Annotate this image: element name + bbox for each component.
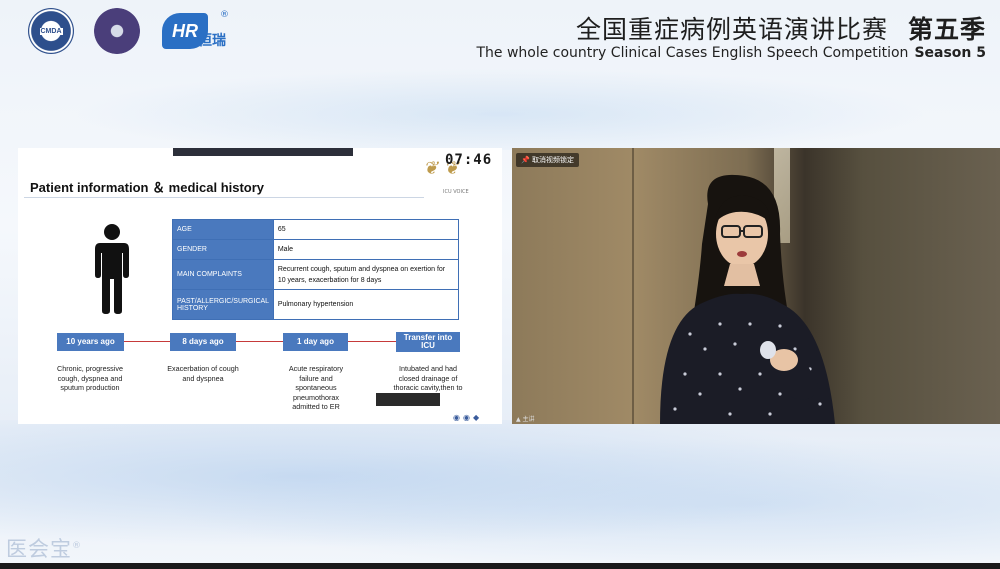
- countdown-timer: 07:46: [445, 152, 493, 168]
- bottom-bar: [0, 563, 1000, 569]
- slide-top-bar: [173, 148, 353, 156]
- title-cn-text: 全国重症病例英语演讲比赛: [575, 15, 888, 44]
- cmda-logo-text: CMDA: [39, 27, 63, 35]
- table-label: MAIN COMPLAINTS: [172, 259, 274, 290]
- watermark-text: 医会宝: [6, 537, 72, 561]
- timeline-step-box: 10 years ago: [57, 333, 124, 351]
- timeline-step-box: Transfer into ICU: [396, 332, 460, 352]
- table-row: GENDER Male: [172, 239, 460, 260]
- person-icon: [95, 224, 129, 314]
- timeline-step-text: Acute respiratory failure and spontaneou…: [288, 364, 344, 411]
- table-label: GENDER: [172, 239, 274, 260]
- redaction-block: [376, 393, 440, 406]
- table-value: Pulmonary hypertension: [272, 289, 460, 320]
- watermark-reg: ®: [72, 541, 82, 551]
- table-row: MAIN COMPLAINTS Recurrent cough, sputum …: [172, 259, 460, 290]
- event-logo-subtitle: ICU VOICE: [443, 189, 469, 195]
- slide-footer-logos: ◉◉◆: [453, 413, 483, 422]
- competition-title-cn: 全国重症病例英语演讲比赛 第五季: [576, 10, 986, 46]
- table-value: Recurrent cough, sputum and dyspnea on e…: [272, 259, 460, 290]
- timeline-step-text: Exacerbation of cough and dyspnea: [167, 364, 239, 383]
- table-value: 65: [272, 219, 460, 240]
- camera-label: ▲ 主讲: [516, 416, 535, 423]
- timeline-line: [88, 341, 448, 342]
- table-value: Male: [272, 239, 460, 260]
- slide-title-divider: [24, 197, 424, 198]
- unlock-video-label: 取消视频锁定: [531, 156, 574, 164]
- table-row: PAST/ALLERGIC/SURGICAL HISTORY Pulmonary…: [172, 289, 460, 320]
- season-cn-text: 第五季: [907, 15, 986, 44]
- registered-mark: ®: [220, 10, 229, 20]
- sponsor-logos: CMDA HR 恒瑞 ®: [28, 8, 229, 54]
- timeline-step-text: Chronic, progressive cough, dyspnea and …: [57, 364, 123, 392]
- table-label: AGE: [172, 219, 274, 240]
- speaker-video[interactable]: 📌 取消视频锁定 ▲ 主讲: [512, 148, 1000, 424]
- background-glow-bottom: [0, 420, 1000, 560]
- table-label: PAST/ALLERGIC/SURGICAL HISTORY: [172, 289, 274, 320]
- timeline-step-box: 8 days ago: [170, 333, 236, 351]
- watermark: 医会宝®: [6, 533, 82, 563]
- cmda-logo: CMDA: [28, 8, 74, 54]
- patient-info-table: AGE 65 GENDER Male MAIN COMPLAINTS Recur…: [172, 219, 460, 320]
- table-row: AGE 65: [172, 219, 460, 240]
- hengrui-logo-text: 恒瑞: [198, 33, 226, 49]
- speaker-figure: [660, 174, 835, 424]
- competition-title-en: The whole country Clinical Cases English…: [476, 45, 986, 61]
- association-logo: [94, 8, 140, 54]
- title-en-text: The whole country Clinical Cases English…: [476, 45, 909, 61]
- background-glow-top: [0, 60, 1000, 150]
- hengrui-logo: HR 恒瑞 ®: [162, 10, 229, 50]
- slide-title: Patient information ＆ medical history: [30, 180, 265, 195]
- season-en-text: Season 5: [914, 45, 986, 61]
- unlock-video-button[interactable]: 📌 取消视频锁定: [516, 153, 579, 167]
- presentation-slide: Patient information ＆ medical history ❦ …: [18, 148, 502, 424]
- timeline-step-box: 1 day ago: [283, 333, 348, 351]
